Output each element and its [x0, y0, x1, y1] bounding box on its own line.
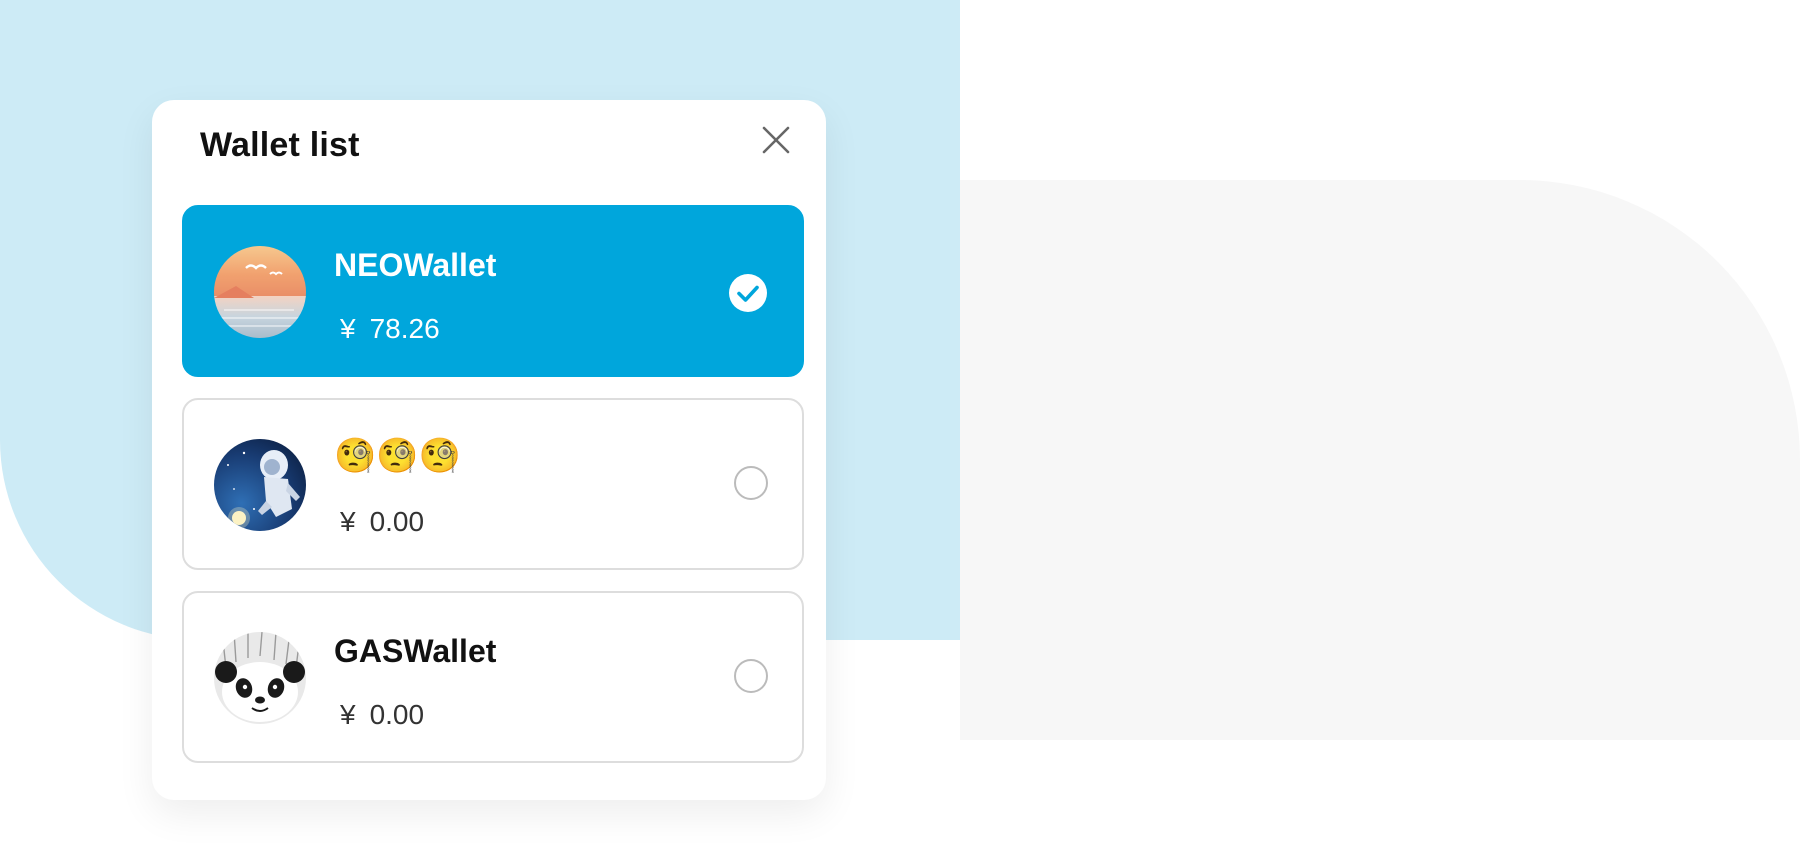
background-gray-shape	[960, 180, 1800, 740]
avatar	[214, 246, 306, 338]
close-button[interactable]	[754, 118, 798, 162]
balance-value: 0.00	[369, 699, 425, 730]
avatar	[214, 632, 306, 724]
wallet-balance: ¥0.00	[340, 506, 424, 538]
wallet-name: NEOWallet	[334, 247, 497, 283]
avatar	[214, 439, 306, 531]
unselected-radio[interactable]	[734, 466, 768, 500]
unselected-radio[interactable]	[734, 659, 768, 693]
close-icon	[762, 126, 790, 154]
wallet-name: GASWallet	[334, 633, 497, 669]
wallet-balance: ¥78.26	[340, 313, 440, 345]
wallet-balance: ¥0.00	[340, 699, 424, 731]
sunset-sea-avatar-icon	[214, 246, 306, 338]
panda-avatar-icon	[214, 632, 306, 724]
modal-title: Wallet list	[200, 126, 360, 164]
selected-radio[interactable]	[728, 273, 768, 313]
wallet-name: 🧐🧐🧐	[334, 436, 462, 476]
wallet-item-gaswallet[interactable]: GASWallet ¥0.00	[182, 591, 804, 763]
balance-value: 78.26	[369, 313, 440, 344]
currency-symbol: ¥	[340, 313, 356, 344]
wallet-item-neowallet[interactable]: NEOWallet ¥78.26	[182, 205, 804, 377]
wallet-item-emoji[interactable]: 🧐🧐🧐 ¥0.00	[182, 398, 804, 570]
currency-symbol: ¥	[340, 699, 356, 730]
wallet-list: NEOWallet ¥78.26 🧐🧐🧐 ¥ 0.00 GASWallet ¥ …	[182, 205, 804, 784]
currency-symbol: ¥	[340, 506, 356, 537]
wallet-list-modal: Wallet list NEOWallet ¥ 78.26 🧐🧐🧐 ¥ 0.00…	[152, 100, 826, 800]
balance-value: 0.00	[369, 506, 425, 537]
check-circle-icon	[729, 274, 767, 312]
astronaut-avatar-icon	[214, 439, 306, 531]
